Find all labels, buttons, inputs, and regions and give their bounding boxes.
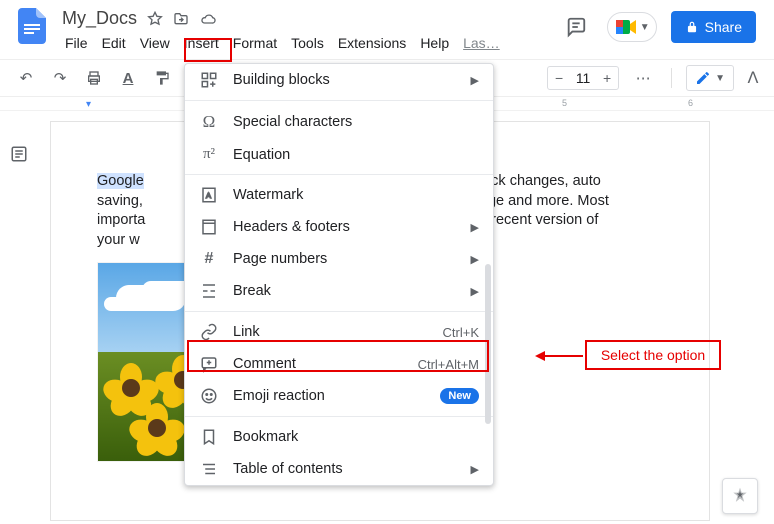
menu-file[interactable]: File (58, 32, 95, 54)
menu-separator (185, 174, 493, 175)
more-icon[interactable]: ⋯ (629, 64, 657, 92)
annotation-arrow (545, 355, 583, 357)
ruler-mark: 5 (562, 98, 567, 108)
undo-icon[interactable]: ↶ (12, 64, 40, 92)
menu-item-watermark[interactable]: A Watermark (185, 179, 493, 211)
menu-item-break[interactable]: Break ▶ (185, 275, 493, 307)
submenu-arrow-icon: ▶ (471, 74, 479, 87)
menu-help[interactable]: Help (413, 32, 456, 54)
menu-item-label: Watermark (233, 187, 479, 203)
break-icon (199, 282, 219, 300)
spellcheck-icon[interactable]: A (114, 64, 142, 92)
menu-item-table-of-contents[interactable]: Table of contents ▶ (185, 453, 493, 485)
header-icon (199, 218, 219, 236)
toc-icon (199, 460, 219, 478)
submenu-arrow-icon: ▶ (471, 221, 479, 234)
menu-item-comment[interactable]: Comment Ctrl+Alt+M (185, 348, 493, 380)
menu-item-label: Table of contents (233, 461, 457, 477)
menu-separator (185, 416, 493, 417)
move-icon[interactable] (173, 11, 189, 27)
pencil-icon (695, 70, 711, 86)
menubar: FileEditViewInsertFormatToolsExtensionsH… (58, 31, 559, 55)
emoji-icon (199, 387, 219, 405)
chevron-down-icon: ▼ (640, 22, 650, 33)
menu-las[interactable]: Las… (456, 32, 507, 54)
menu-item-headers-footers[interactable]: Headers & footers ▶ (185, 211, 493, 243)
star-icon[interactable] (147, 11, 163, 27)
collapse-toolbar-icon[interactable]: ᐱ (744, 65, 762, 91)
menu-view[interactable]: View (133, 32, 177, 54)
omega-icon: Ω (199, 112, 219, 132)
font-size-increase[interactable]: + (596, 67, 618, 89)
editing-mode-button[interactable]: ▼ (686, 65, 734, 91)
menu-format[interactable]: Format (226, 32, 284, 54)
menu-item-label: Emoji reaction (233, 388, 426, 404)
menu-item-label: Page numbers (233, 251, 457, 267)
shortcut-label: Ctrl+Alt+M (418, 357, 479, 372)
cloud-icon[interactable] (199, 11, 217, 27)
hash-icon: # (199, 250, 219, 268)
pi-icon: π² (199, 146, 219, 163)
menu-item-label: Special characters (233, 114, 479, 130)
menu-extensions[interactable]: Extensions (331, 32, 413, 54)
explore-button[interactable] (722, 478, 758, 514)
print-icon[interactable] (80, 64, 108, 92)
new-badge: New (440, 388, 479, 404)
menu-item-bookmark[interactable]: Bookmark (185, 421, 493, 453)
shortcut-label: Ctrl+K (443, 325, 479, 340)
menu-item-label: Comment (233, 356, 404, 372)
indent-marker[interactable]: ▾ (86, 99, 91, 110)
paint-format-icon[interactable] (148, 64, 176, 92)
menu-item-label: Bookmark (233, 429, 479, 445)
blocks-icon (199, 71, 219, 89)
menu-tools[interactable]: Tools (284, 32, 331, 54)
insert-menu-dropdown: Building blocks ▶ Ω Special characters π² Equ… (184, 63, 494, 486)
ruler-mark: 6 (688, 98, 693, 108)
meet-button[interactable]: ▼ (607, 12, 657, 42)
comment-icon (199, 355, 219, 373)
outline-icon[interactable] (8, 143, 30, 165)
menu-insert[interactable]: Insert (177, 32, 226, 54)
menu-item-label: Break (233, 283, 457, 299)
menu-item-equation[interactable]: π² Equation (185, 139, 493, 170)
menu-item-label: Building blocks (233, 72, 457, 88)
svg-text:A: A (206, 191, 211, 200)
submenu-arrow-icon: ▶ (471, 285, 479, 298)
meet-icon (614, 17, 638, 37)
menu-item-link[interactable]: Link Ctrl+K (185, 316, 493, 348)
redo-icon[interactable]: ↷ (46, 64, 74, 92)
menu-item-label: Equation (233, 147, 479, 163)
water-icon: A (199, 186, 219, 204)
lock-icon (685, 20, 699, 34)
menu-item-emoji-reaction[interactable]: Emoji reaction New (185, 380, 493, 412)
font-size-control: − 11 + (547, 66, 619, 90)
menu-item-building-blocks[interactable]: Building blocks ▶ (185, 64, 493, 96)
submenu-arrow-icon: ▶ (471, 463, 479, 476)
doc-title[interactable]: My_Docs (62, 8, 137, 29)
menu-separator (185, 311, 493, 312)
menu-item-label: Link (233, 324, 429, 340)
submenu-arrow-icon: ▶ (471, 253, 479, 266)
docs-logo[interactable] (12, 6, 52, 46)
menu-edit[interactable]: Edit (95, 32, 133, 54)
menu-item-page-numbers[interactable]: # Page numbers ▶ (185, 243, 493, 275)
font-size-decrease[interactable]: − (548, 67, 570, 89)
menu-item-label: Headers & footers (233, 219, 457, 235)
link-icon (199, 323, 219, 341)
font-size-value[interactable]: 11 (570, 70, 596, 86)
menu-item-special-characters[interactable]: Ω Special characters (185, 105, 493, 139)
share-button[interactable]: Share (671, 11, 756, 43)
menu-separator (185, 100, 493, 101)
annotation-arrow-head (535, 351, 545, 361)
bookmark-icon (199, 428, 219, 446)
comment-history-icon[interactable] (559, 10, 593, 44)
